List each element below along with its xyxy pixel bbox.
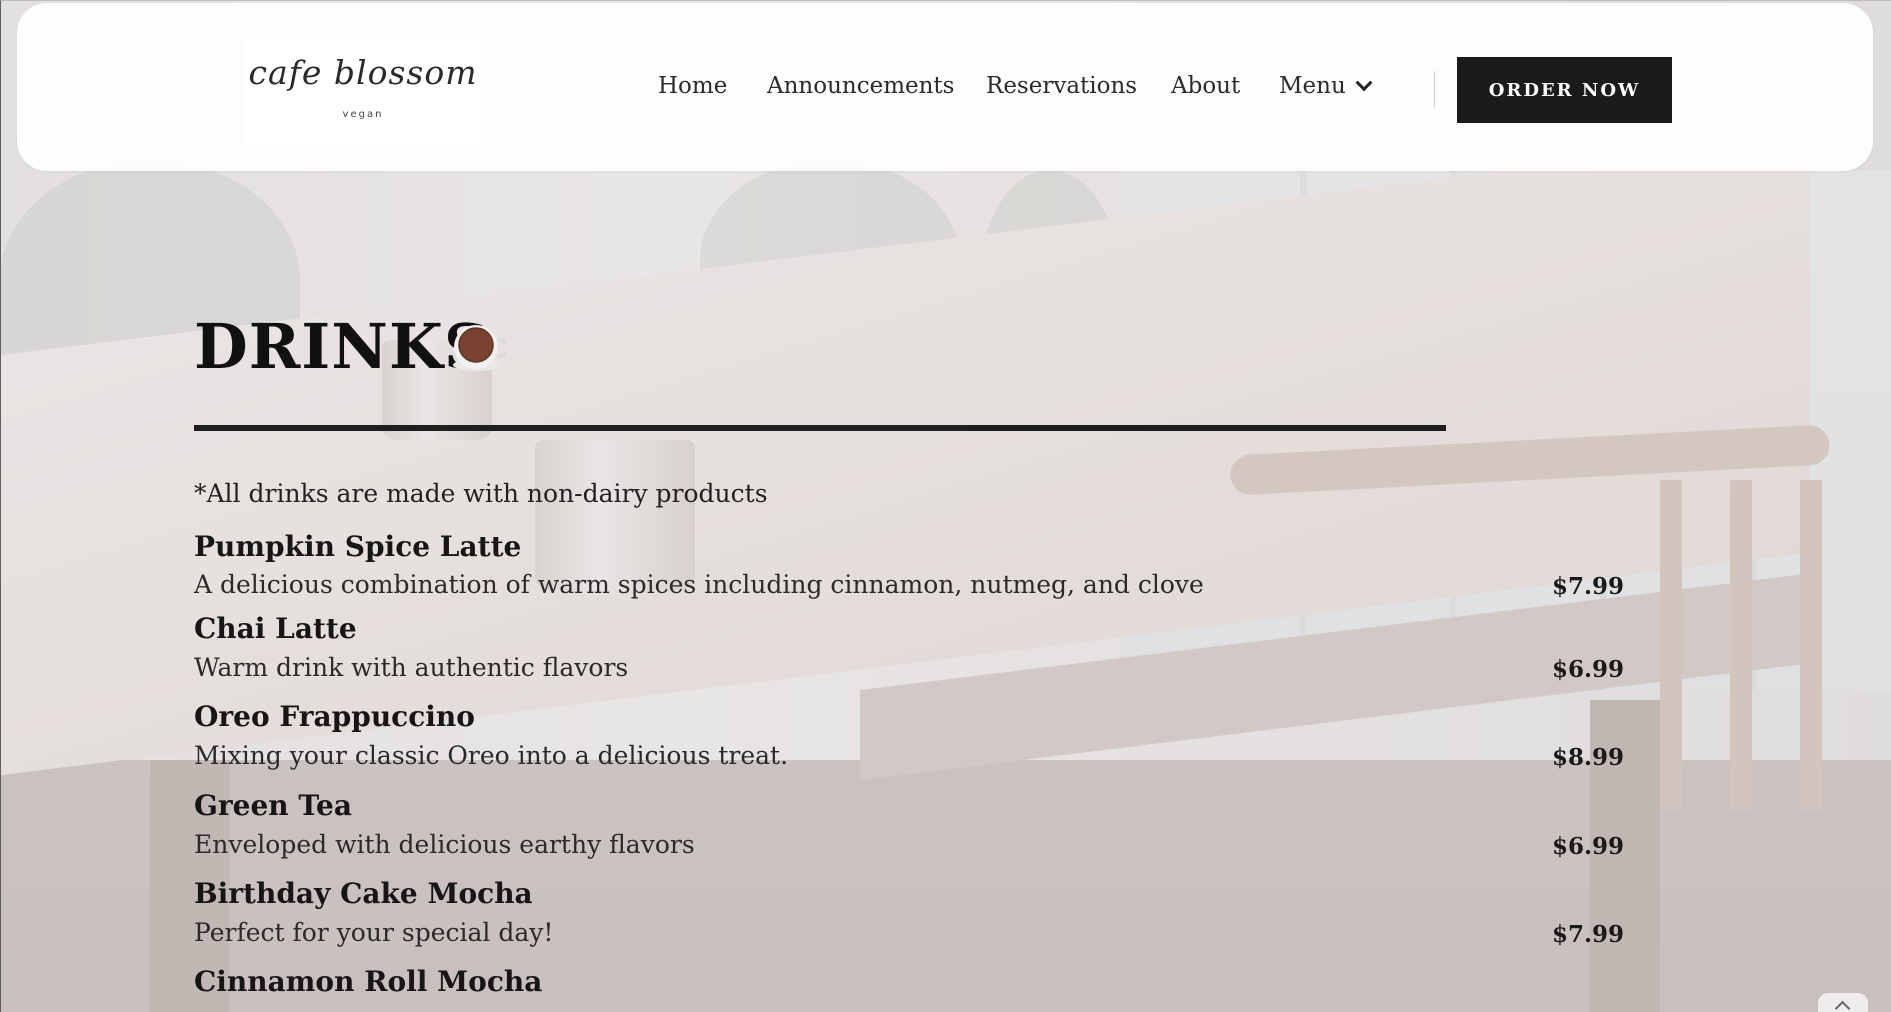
menu-item-price: $8.99	[1551, 744, 1624, 771]
logo-script: cafe blossom	[245, 53, 481, 92]
menu-item-name: Green Tea	[194, 789, 352, 822]
site-header: cafe blossom vegan Home Announcements Re…	[17, 3, 1873, 171]
menu-item-name: Oreo Frappuccino	[194, 700, 475, 733]
logo-text: cafe blossom	[248, 53, 478, 92]
menu-item-description: Warm drink with authentic flavors	[194, 653, 629, 682]
chevron-down-icon	[1355, 74, 1373, 92]
section-note: *All drinks are made with non-dairy prod…	[194, 479, 768, 508]
menu-item-name: Cinnamon Roll Mocha	[194, 965, 543, 998]
scroll-to-top-button[interactable]	[1818, 993, 1868, 1012]
nav-announcements-link[interactable]: Announcements	[767, 73, 954, 99]
nav-reservations-link[interactable]: Reservations	[986, 73, 1137, 99]
menu-item-name: Pumpkin Spice Latte	[194, 530, 522, 563]
menu-item-name: Birthday Cake Mocha	[194, 877, 533, 910]
menu-item-description: Enveloped with delicious earthy flavors	[194, 830, 695, 859]
section-title: DRINKS	[194, 310, 490, 383]
menu-item-price: $6.99	[1551, 833, 1624, 860]
logo-subtitle: vegan	[342, 109, 384, 120]
menu-item-price: $7.99	[1551, 921, 1624, 948]
nav-about-link[interactable]: About	[1171, 73, 1240, 99]
order-now-button[interactable]: ORDER NOW	[1457, 57, 1672, 123]
cafe-blossom-logo[interactable]: cafe blossom vegan	[245, 35, 481, 145]
menu-item-price: $7.99	[1551, 573, 1624, 600]
menu-item-description: Mixing your classic Oreo into a deliciou…	[194, 741, 789, 770]
nav-menu-dropdown[interactable]: Menu	[1279, 73, 1373, 99]
menu-item-description: A delicious combination of warm spices i…	[194, 570, 1204, 599]
nav-menu-label: Menu	[1279, 73, 1346, 99]
menu-item-price: $6.99	[1551, 656, 1624, 683]
menu-item-description: Perfect for your special day!	[194, 918, 554, 947]
section-divider	[194, 425, 1446, 431]
menu-item-name: Chai Latte	[194, 612, 357, 645]
nav-home-link[interactable]: Home	[658, 73, 727, 99]
coffee-cup-icon	[453, 325, 506, 371]
nav-divider	[1434, 71, 1435, 108]
chevron-up-icon	[1834, 1000, 1851, 1012]
